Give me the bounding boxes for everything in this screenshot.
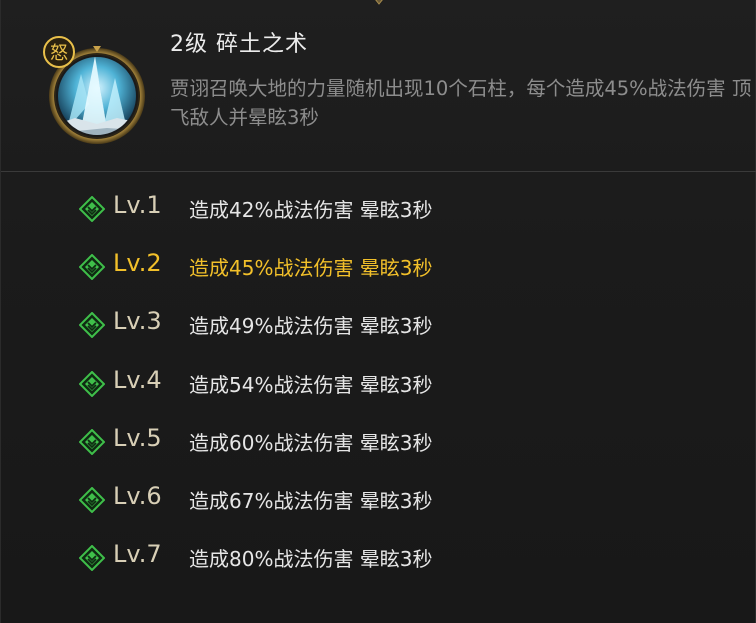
skill-title: 2级 碎土之术 bbox=[170, 32, 308, 57]
level-row: Lv.2 造成45%战法伤害 晕眩3秒 bbox=[1, 246, 756, 286]
level-label: Lv.6 bbox=[113, 482, 162, 510]
level-diamond-icon bbox=[79, 371, 105, 397]
level-diamond-icon bbox=[79, 312, 105, 338]
level-effect: 造成49%战法伤害 晕眩3秒 bbox=[189, 314, 433, 338]
level-effect: 造成54%战法伤害 晕眩3秒 bbox=[189, 373, 433, 397]
level-diamond-icon bbox=[79, 254, 105, 280]
level-row: Lv.1 造成42%战法伤害 晕眩3秒 bbox=[1, 188, 756, 228]
level-row: Lv.7 造成80%战法伤害 晕眩3秒 bbox=[1, 537, 756, 577]
rage-badge-glyph: 怒 bbox=[50, 43, 68, 64]
ice-crystal-skill-icon: 怒 bbox=[37, 34, 149, 146]
level-diamond-icon bbox=[79, 196, 105, 222]
level-label: Lv.5 bbox=[113, 424, 162, 452]
level-effect: 造成42%战法伤害 晕眩3秒 bbox=[189, 198, 433, 222]
level-effect: 造成80%战法伤害 晕眩3秒 bbox=[189, 547, 433, 571]
level-label: Lv.3 bbox=[113, 307, 162, 335]
level-label: Lv.1 bbox=[113, 191, 162, 219]
level-row: Lv.6 造成67%战法伤害 晕眩3秒 bbox=[1, 479, 756, 519]
level-diamond-icon bbox=[79, 429, 105, 455]
level-label: Lv.2 bbox=[113, 249, 162, 277]
skill-description: 贾诩召唤大地的力量随机出现10个石柱，每个造成45%战法伤害 顶飞敌人并晕眩3秒 bbox=[170, 77, 752, 129]
level-effect: 造成60%战法伤害 晕眩3秒 bbox=[189, 431, 433, 455]
level-row: Lv.4 造成54%战法伤害 晕眩3秒 bbox=[1, 363, 756, 403]
level-effect: 造成67%战法伤害 晕眩3秒 bbox=[189, 489, 433, 513]
level-row: Lv.3 造成49%战法伤害 晕眩3秒 bbox=[1, 304, 756, 344]
skill-header: 怒 2级 碎土之术 贾诩召唤大地的力量随机出现10个石柱，每个造成45%战法伤害… bbox=[1, 0, 756, 170]
header-divider bbox=[1, 171, 756, 172]
skill-tooltip-panel: 怒 2级 碎土之术 贾诩召唤大地的力量随机出现10个石柱，每个造成45%战法伤害… bbox=[0, 0, 756, 623]
level-diamond-icon bbox=[79, 487, 105, 513]
level-label: Lv.4 bbox=[113, 366, 162, 394]
level-label: Lv.7 bbox=[113, 540, 162, 568]
level-diamond-icon bbox=[79, 545, 105, 571]
level-effect: 造成45%战法伤害 晕眩3秒 bbox=[189, 256, 433, 280]
level-row: Lv.5 造成60%战法伤害 晕眩3秒 bbox=[1, 421, 756, 461]
